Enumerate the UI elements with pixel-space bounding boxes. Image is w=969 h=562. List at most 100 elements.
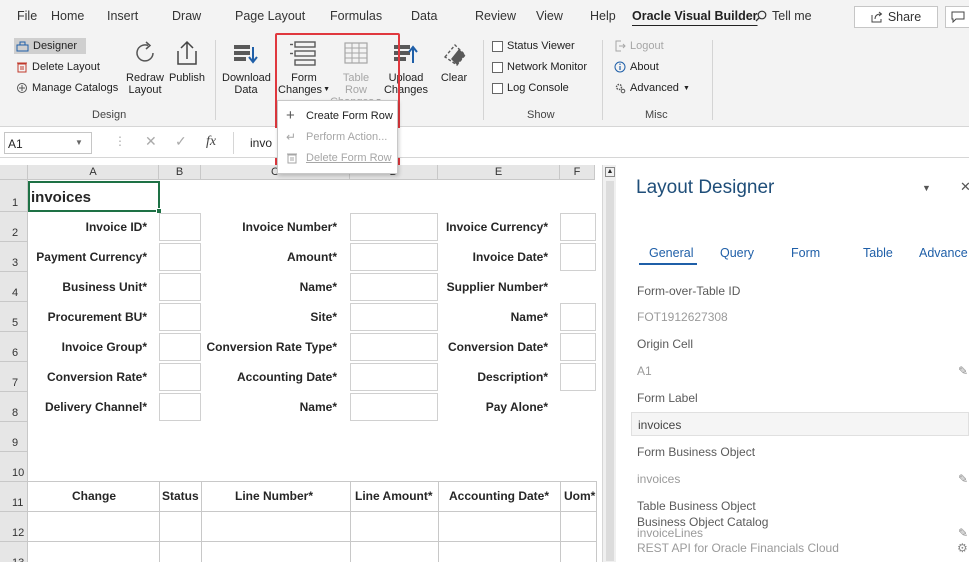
designer-button[interactable]: Designer [14, 38, 86, 54]
form-field-input[interactable] [159, 333, 201, 361]
row-header[interactable]: 2 [0, 212, 28, 242]
menu-review[interactable]: Review [475, 9, 516, 23]
vertical-scrollbar[interactable]: ▲ [602, 165, 616, 562]
catalog-settings-icon[interactable]: ⚙ [957, 541, 968, 555]
column-header-e[interactable]: E [438, 165, 560, 180]
about-label: About [630, 61, 659, 73]
network-monitor-checkbox[interactable]: Network Monitor [492, 61, 587, 73]
checkbox[interactable] [492, 82, 503, 94]
tab-general[interactable]: General [649, 246, 693, 260]
row-header[interactable]: 11 [0, 482, 28, 512]
delete-form-row-item[interactable]: Delete Form Row [286, 152, 392, 164]
publish-button[interactable]: Publish [167, 39, 207, 84]
form-field-input[interactable] [560, 303, 596, 331]
row-header[interactable]: 6 [0, 332, 28, 362]
menu-page-layout[interactable]: Page Layout [235, 9, 305, 23]
log-console-checkbox[interactable]: Log Console [492, 82, 569, 94]
row-header[interactable]: 8 [0, 392, 28, 422]
selected-cell[interactable] [28, 181, 160, 212]
redraw-layout-button[interactable]: Redraw Layout [125, 39, 165, 96]
cancel-icon[interactable]: ✕ [145, 133, 157, 150]
advanced-button[interactable]: Advanced ▼ [614, 82, 690, 94]
layout-designer-panel: Layout Designer ▼ ✕ General Query Form T… [619, 165, 969, 562]
manage-catalogs-button[interactable]: Manage Catalogs [16, 82, 118, 94]
row-header[interactable]: 7 [0, 362, 28, 392]
column-header-f[interactable]: F [560, 165, 595, 180]
row-header[interactable]: 13 [0, 542, 28, 562]
form-field-input[interactable] [560, 363, 596, 391]
tab-advanced[interactable]: Advance [919, 246, 968, 260]
perform-action-label: Perform Action... [306, 131, 388, 143]
row-header[interactable]: 12 [0, 512, 28, 542]
menu-help[interactable]: Help [590, 9, 616, 23]
close-icon[interactable]: ✕ [960, 179, 969, 195]
status-viewer-checkbox[interactable]: Status Viewer [492, 40, 575, 52]
edit-pencil-icon[interactable]: ✎ [958, 526, 968, 540]
menu-insert[interactable]: Insert [107, 9, 138, 23]
tab-form[interactable]: Form [791, 246, 820, 260]
logout-button[interactable]: Logout [614, 40, 664, 52]
download-label: Download [222, 72, 271, 84]
name-box[interactable]: A1 ▼ [4, 132, 92, 154]
menu-home[interactable]: Home [51, 9, 84, 23]
row-header[interactable]: 9 [0, 422, 28, 452]
edit-pencil-icon[interactable]: ✎ [958, 364, 968, 378]
form-field-input[interactable] [560, 243, 596, 271]
menu-view[interactable]: View [536, 9, 563, 23]
share-button[interactable]: Share [854, 6, 938, 28]
enter-icon[interactable]: ✓ [175, 133, 187, 150]
form-field-input[interactable] [159, 303, 201, 331]
row-header[interactable]: 5 [0, 302, 28, 332]
form-field-input[interactable] [159, 243, 201, 271]
perform-action-item[interactable]: ↵ Perform Action... [286, 130, 387, 144]
form-field-input[interactable] [159, 393, 201, 421]
form-field-input[interactable] [350, 393, 438, 421]
create-form-row-item[interactable]: + Create Form Row [286, 107, 393, 124]
trash-icon [17, 62, 27, 73]
table-row[interactable] [28, 512, 596, 541]
row-header[interactable]: 4 [0, 272, 28, 302]
select-all-corner[interactable] [0, 165, 28, 180]
clear-button[interactable]: Clear [436, 39, 472, 84]
row-header[interactable]: 3 [0, 242, 28, 272]
tab-query[interactable]: Query [720, 246, 754, 260]
panel-options-icon[interactable]: ▼ [922, 183, 931, 193]
scrollbar-thumb[interactable] [606, 181, 614, 561]
download-data-button[interactable]: Download Data [222, 39, 271, 96]
row-header[interactable]: 1 [0, 180, 28, 212]
menu-file[interactable]: File [17, 9, 37, 23]
form-field-input[interactable] [159, 363, 201, 391]
form-field-input[interactable] [350, 333, 438, 361]
scroll-up-icon[interactable]: ▲ [605, 167, 615, 177]
form-field-input[interactable] [560, 213, 596, 241]
checkbox[interactable] [492, 40, 503, 52]
form-field-input[interactable] [159, 213, 201, 241]
insert-function-icon[interactable]: fx [206, 134, 216, 150]
comments-button[interactable] [945, 6, 969, 28]
form-field-input[interactable] [350, 213, 438, 241]
about-button[interactable]: About [614, 61, 659, 73]
menu-draw[interactable]: Draw [172, 9, 201, 23]
menu-formulas[interactable]: Formulas [330, 9, 382, 23]
edit-pencil-icon[interactable]: ✎ [958, 472, 968, 486]
menu-data[interactable]: Data [411, 9, 437, 23]
manage-catalogs-label: Manage Catalogs [32, 82, 119, 94]
tell-me-search[interactable]: Tell me [755, 9, 812, 23]
form-label-input[interactable]: invoices [631, 412, 969, 436]
checkbox[interactable] [492, 61, 503, 73]
form-field-input[interactable] [350, 363, 438, 391]
column-header-a[interactable]: A [28, 165, 159, 180]
form-field-input[interactable] [560, 333, 596, 361]
column-header-b[interactable]: B [159, 165, 201, 180]
menu-oracle-visual-builder[interactable]: Oracle Visual Builder [632, 9, 758, 23]
share-label: Share [887, 10, 922, 24]
row-header[interactable]: 10 [0, 452, 28, 482]
form-field-input[interactable] [350, 303, 438, 331]
field-label-fot-id: Form-over-Table ID [637, 284, 741, 298]
tab-table[interactable]: Table [863, 246, 893, 260]
form-field-input[interactable] [350, 243, 438, 271]
field-value-fot-id: FOT1912627308 [637, 310, 728, 324]
form-field-input[interactable] [159, 273, 201, 301]
delete-layout-button[interactable]: Delete Layout [16, 61, 100, 73]
form-field-input[interactable] [350, 273, 438, 301]
